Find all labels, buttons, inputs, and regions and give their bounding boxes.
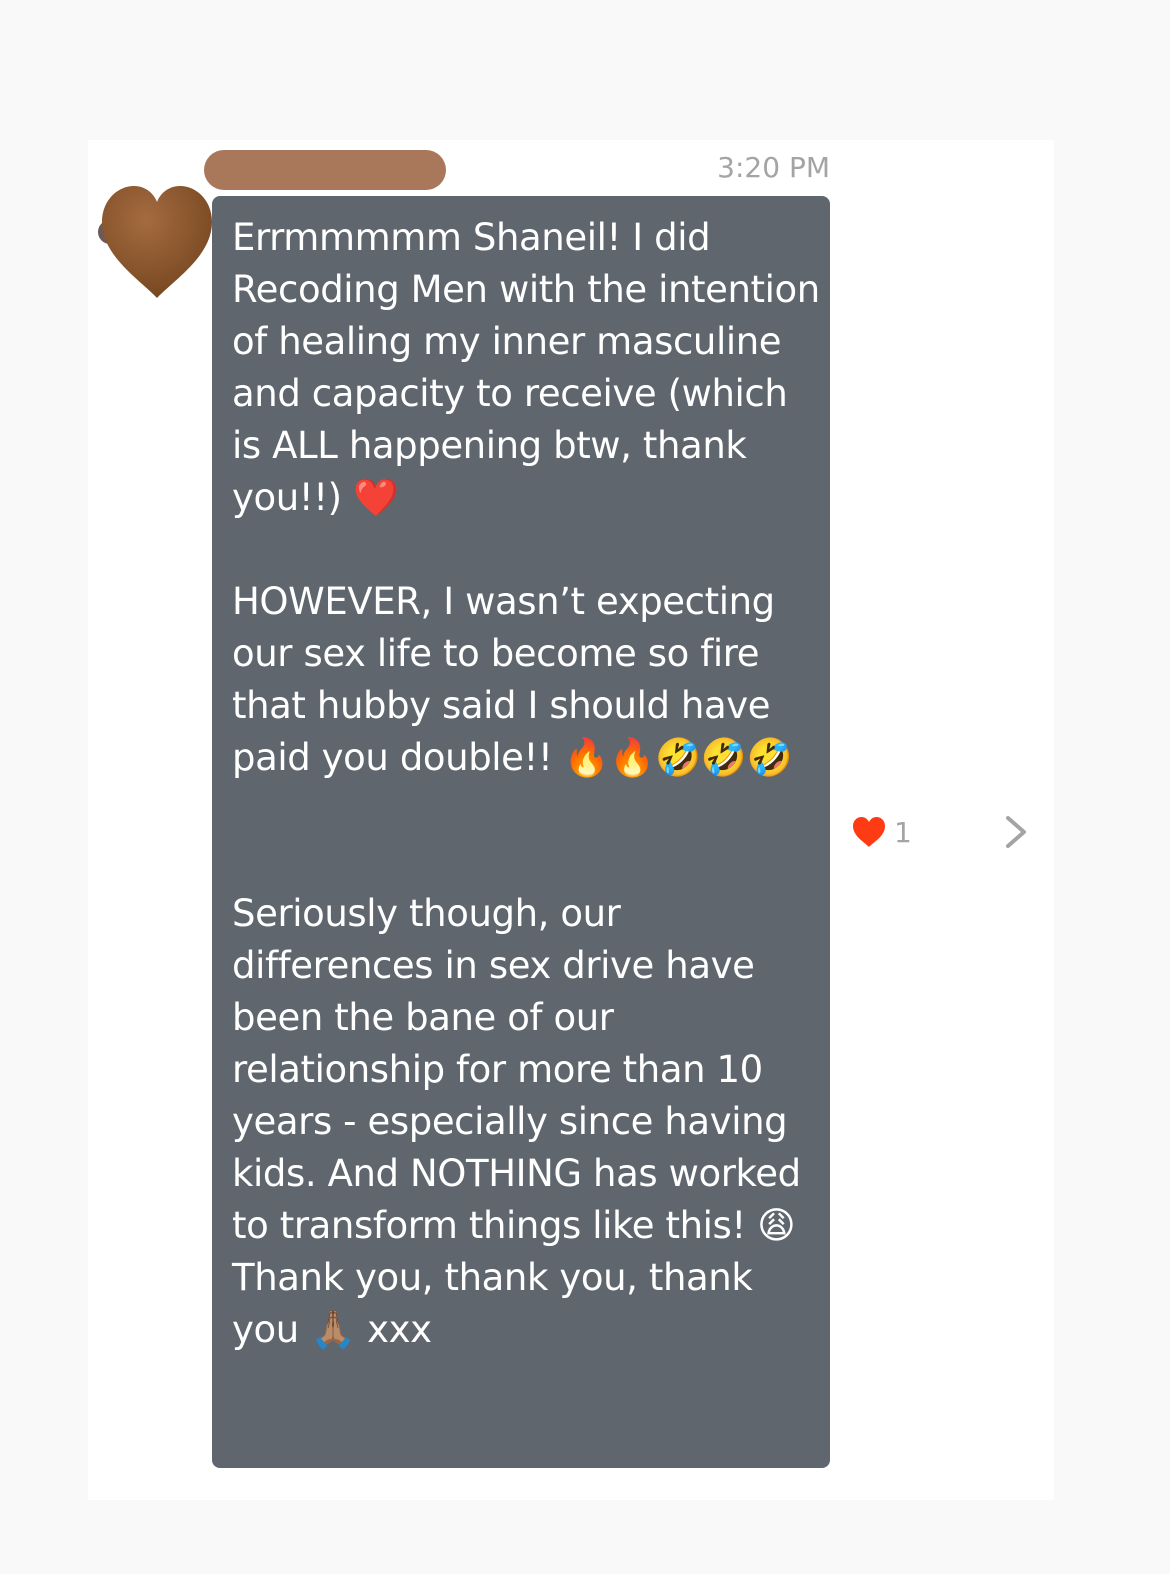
chevron-right-icon[interactable]	[1000, 812, 1034, 852]
sender-avatar[interactable]	[96, 182, 218, 304]
sender-name-redacted	[204, 150, 446, 190]
message-text: Errmmmmm Shaneil! I did Recoding Men wit…	[232, 216, 820, 1351]
message-timestamp: 3:20 PM	[717, 151, 830, 184]
reaction-badge[interactable]: 1	[852, 812, 912, 852]
brown-heart-icon	[98, 186, 212, 298]
reaction-count: 1	[894, 815, 912, 849]
heart-icon	[853, 817, 885, 847]
message-bubble[interactable]: Errmmmmm Shaneil! I did Recoding Men wit…	[212, 196, 830, 1468]
